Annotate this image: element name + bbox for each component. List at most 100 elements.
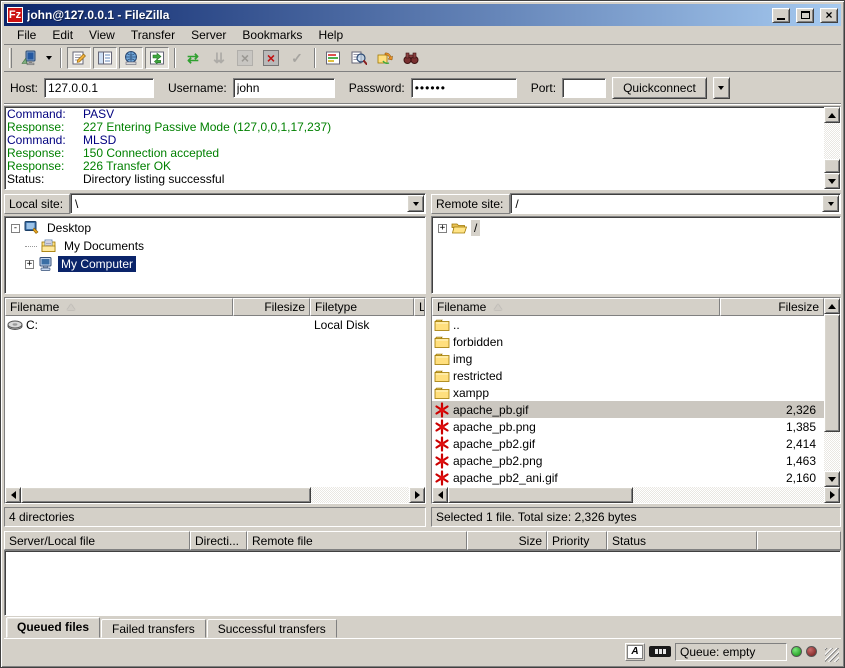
tab-successful-transfers[interactable]: Successful transfers [207, 619, 337, 638]
toggle-transfer-queue-button[interactable] [145, 47, 169, 69]
remote-file-row[interactable]: restricted [432, 367, 824, 384]
remote-file-row[interactable]: img [432, 350, 824, 367]
scroll-left-button[interactable] [5, 487, 21, 503]
column-header-remote-file[interactable]: Remote file [247, 531, 467, 550]
queue-list[interactable] [4, 550, 841, 616]
site-manager-dropdown-button[interactable] [43, 47, 55, 69]
quickconnect-dropdown-button[interactable] [713, 77, 730, 99]
directory-comparison-button[interactable] [347, 47, 371, 69]
toggle-remote-tree-button[interactable] [119, 47, 143, 69]
column-header-filetype[interactable]: Filetype [310, 298, 414, 316]
local-file-row[interactable]: C: Local Disk [5, 316, 425, 333]
column-header-priority[interactable]: Priority [547, 531, 607, 550]
local-site-dropdown-button[interactable] [407, 195, 424, 212]
maximize-button[interactable] [796, 8, 814, 23]
file-name: apache_pb2.png [453, 454, 724, 468]
remote-file-row[interactable]: apache_pb2_ani.gif2,160 [432, 469, 824, 486]
scroll-up-button[interactable] [824, 107, 840, 123]
toggle-message-log-button[interactable] [67, 47, 91, 69]
username-input[interactable] [233, 78, 335, 98]
column-header-filename[interactable]: Filename [432, 298, 720, 316]
remote-file-row-selected[interactable]: apache_pb.gif2,326 [432, 401, 824, 418]
file-name: img [453, 352, 724, 366]
scroll-right-button[interactable] [824, 487, 840, 503]
expand-expander-icon[interactable]: + [438, 224, 447, 233]
remote-file-row[interactable]: apache_pb2.gif2,414 [432, 435, 824, 452]
file-size: 2,326 [724, 403, 824, 417]
collapse-expander-icon[interactable]: - [11, 224, 20, 233]
scroll-up-button[interactable] [824, 298, 840, 314]
transfer-queue-icon [149, 50, 165, 66]
scrollbar-thumb[interactable] [824, 159, 840, 173]
minimize-button[interactable] [772, 8, 790, 23]
remote-site-combobox[interactable]: / [510, 193, 841, 214]
menu-help[interactable]: Help [310, 26, 351, 44]
scroll-right-button[interactable] [409, 487, 425, 503]
reconnect-button[interactable]: ✓ [285, 47, 309, 69]
toolbar-separator [314, 48, 316, 68]
refresh-button[interactable]: ⇄ [181, 47, 205, 69]
remote-file-row[interactable]: apache_pb2.png1,463 [432, 452, 824, 469]
sort-ascending-icon [67, 304, 75, 310]
column-header-filesize[interactable]: Filesize [720, 298, 824, 316]
menu-view[interactable]: View [81, 26, 123, 44]
column-header-size[interactable]: Size [467, 531, 547, 550]
menu-edit[interactable]: Edit [44, 26, 81, 44]
process-queue-button[interactable]: ⇊ [207, 47, 231, 69]
remote-site-dropdown-button[interactable] [822, 195, 839, 212]
chevron-down-icon [46, 56, 52, 60]
remote-vertical-scrollbar[interactable] [824, 298, 840, 487]
file-size: 1,463 [724, 454, 824, 468]
chevron-down-icon [828, 202, 834, 206]
scrollbar-thumb[interactable] [21, 487, 311, 503]
tree-item-my-documents[interactable]: My Documents [5, 237, 425, 255]
port-input[interactable] [562, 78, 606, 98]
disconnect-button[interactable]: × [259, 47, 283, 69]
menu-transfer[interactable]: Transfer [123, 26, 183, 44]
image-file-icon [434, 402, 450, 418]
remote-file-row[interactable]: .. [432, 316, 824, 333]
tree-item-my-computer[interactable]: + My Computer [5, 255, 425, 273]
column-header-filename[interactable]: Filename [5, 298, 233, 316]
local-horizontal-scrollbar[interactable] [5, 487, 425, 503]
encryption-indicator-icon[interactable] [649, 646, 671, 657]
toolbar-gripper[interactable] [9, 48, 12, 68]
log-vertical-scrollbar[interactable] [824, 107, 840, 189]
scrollbar-thumb[interactable] [448, 487, 633, 503]
column-header-server-local-file[interactable]: Server/Local file [4, 531, 190, 550]
column-header-filesize[interactable]: Filesize [233, 298, 310, 316]
cancel-operation-button[interactable]: × [233, 47, 257, 69]
data-type-indicator[interactable]: A [625, 643, 645, 661]
menu-file[interactable]: File [9, 26, 44, 44]
remote-file-row[interactable]: xampp [432, 384, 824, 401]
tab-queued-files[interactable]: Queued files [6, 617, 100, 638]
tab-failed-transfers[interactable]: Failed transfers [101, 619, 206, 638]
synchronized-browsing-button[interactable] [373, 47, 397, 69]
log-line-label: Status: [7, 173, 83, 186]
tree-item-desktop[interactable]: - Desktop [5, 219, 425, 237]
find-files-button[interactable] [399, 47, 423, 69]
local-site-combobox[interactable]: \ [70, 193, 426, 214]
expand-expander-icon[interactable]: + [25, 260, 34, 269]
filter-button[interactable] [321, 47, 345, 69]
menu-server[interactable]: Server [183, 26, 234, 44]
toggle-local-tree-button[interactable] [93, 47, 117, 69]
column-header-last-modified[interactable]: L [414, 298, 425, 316]
scroll-down-button[interactable] [824, 173, 840, 189]
host-input[interactable] [44, 78, 154, 98]
remote-file-row[interactable]: apache_pb.png1,385 [432, 418, 824, 435]
remote-horizontal-scrollbar[interactable] [432, 487, 840, 503]
scroll-left-button[interactable] [432, 487, 448, 503]
scrollbar-thumb[interactable] [824, 314, 840, 432]
menu-bookmarks[interactable]: Bookmarks [234, 26, 310, 44]
remote-file-row[interactable]: forbidden [432, 333, 824, 350]
tree-item-root[interactable]: + / [432, 219, 840, 237]
password-input[interactable] [411, 78, 517, 98]
column-header-direction[interactable]: Directi... [190, 531, 247, 550]
close-button[interactable]: × [820, 8, 838, 23]
quickconnect-button[interactable]: Quickconnect [612, 77, 707, 99]
resize-grip[interactable] [825, 648, 839, 662]
column-header-status[interactable]: Status [607, 531, 757, 550]
scroll-down-button[interactable] [824, 471, 840, 487]
open-site-manager-button[interactable] [17, 47, 41, 69]
